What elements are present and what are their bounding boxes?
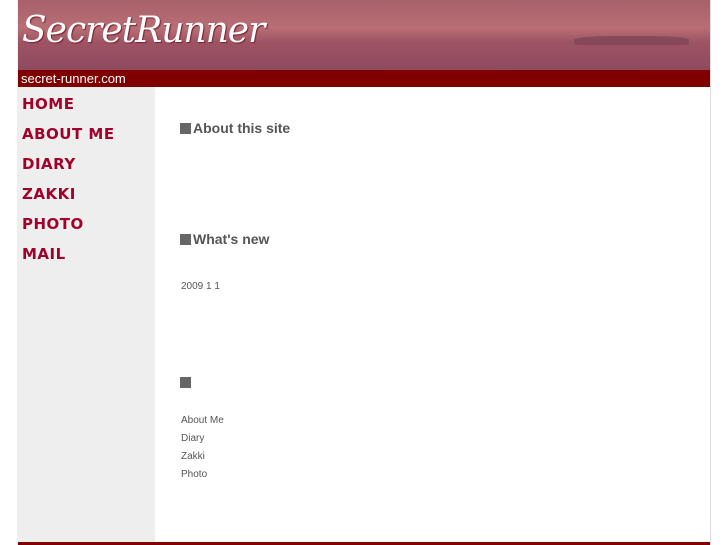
island-image <box>574 36 689 45</box>
domain-bar: secret-runner.com <box>18 70 710 87</box>
site-logo[interactable]: SecretRunner <box>22 10 265 51</box>
square-bullet-icon <box>180 377 191 388</box>
about-heading: About this site <box>180 120 290 136</box>
about-title: About this site <box>193 120 291 136</box>
link-list: About Me Diary Zakki Photo <box>181 415 224 487</box>
main-content: About this site What's new 2009 1 1 Abou… <box>155 87 710 542</box>
nav-about-me[interactable]: ABOUT ME <box>22 125 155 151</box>
nav-diary[interactable]: DIARY <box>22 155 155 181</box>
nav-mail[interactable]: MAIL <box>22 245 155 271</box>
news-title: What's new <box>193 231 270 247</box>
nav-zakki[interactable]: ZAKKI <box>22 185 155 211</box>
nav-photo[interactable]: PHOTO <box>22 215 155 241</box>
links-heading <box>180 374 193 390</box>
link-about-me[interactable]: About Me <box>181 415 224 433</box>
link-zakki[interactable]: Zakki <box>181 451 224 469</box>
header-banner: SecretRunner <box>18 0 710 70</box>
page-container: SecretRunner secret-runner.com HOME ABOU… <box>17 0 711 545</box>
news-date: 2009 1 1 <box>181 281 220 292</box>
square-bullet-icon <box>180 123 191 134</box>
square-bullet-icon <box>180 234 191 245</box>
nav-home[interactable]: HOME <box>22 95 155 121</box>
link-diary[interactable]: Diary <box>181 433 224 451</box>
sidebar: HOME ABOUT ME DIARY ZAKKI PHOTO MAIL <box>18 87 155 542</box>
news-heading: What's new <box>180 231 269 247</box>
link-photo[interactable]: Photo <box>181 469 224 487</box>
